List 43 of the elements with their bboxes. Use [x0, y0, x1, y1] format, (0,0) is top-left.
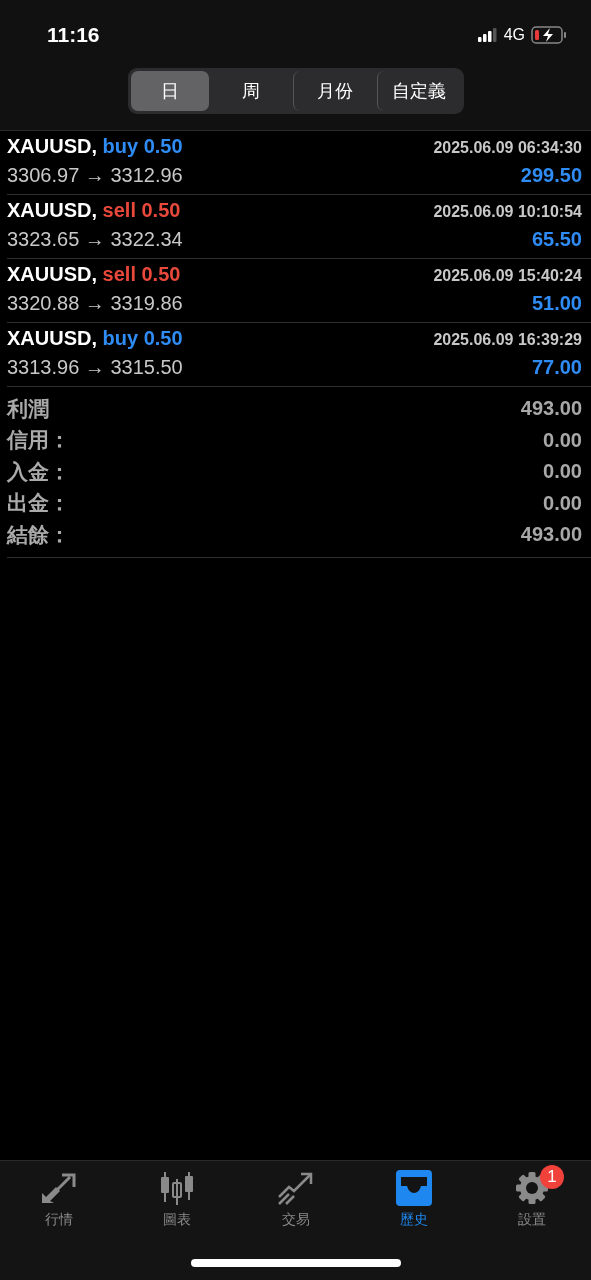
trade-time: 2025.06.09 16:39:29 — [433, 331, 582, 349]
summary-value: 0.00 — [543, 428, 582, 452]
trade-profit: 65.50 — [531, 228, 582, 251]
trade-prices: 3323.65 → 3322.34 — [7, 228, 183, 251]
trade-profit: 51.00 — [531, 292, 582, 315]
trade-title: XAUUSD, buy 0.50 — [7, 135, 183, 158]
period-tab[interactable]: 日 — [130, 71, 209, 111]
trade-prices: 3313.96 → 3315.50 — [7, 356, 183, 379]
signal-icon — [477, 28, 498, 42]
trade-prices: 3320.88 → 3319.86 — [7, 292, 183, 315]
trade-time: 2025.06.09 15:40:24 — [433, 267, 582, 285]
summary-label: 結餘： — [7, 521, 70, 548]
summary-value: 0.00 — [543, 491, 582, 515]
summary-label: 信用： — [7, 427, 70, 454]
period-tab[interactable]: 月份 — [292, 71, 377, 111]
battery-icon — [531, 26, 567, 44]
tab-bar-item[interactable]: 行情 — [0, 1161, 119, 1229]
tab-bar-item[interactable]: 交易 — [236, 1161, 355, 1229]
tab-bar-item[interactable]: 歷史 — [354, 1161, 473, 1229]
period-tab[interactable]: 周 — [208, 71, 293, 111]
trade-prices: 3306.97 → 3312.96 — [7, 164, 183, 187]
trade-title: XAUUSD, buy 0.50 — [7, 327, 183, 350]
trade-time: 2025.06.09 06:34:30 — [433, 139, 582, 157]
summary-value: 0.00 — [543, 460, 582, 484]
tab-bar-item[interactable]: 圖表 — [118, 1161, 237, 1229]
trade-title: XAUUSD, sell 0.50 — [7, 263, 181, 286]
status-time: 11:16 — [47, 23, 100, 47]
summary-value: 493.00 — [520, 397, 582, 421]
inbox-icon — [394, 1170, 433, 1206]
summary-label: 入金： — [7, 458, 70, 485]
summary-value: 493.00 — [520, 523, 582, 547]
tab-bar-item[interactable]: 1 設置 — [472, 1161, 591, 1229]
period-tab[interactable]: 自定義 — [376, 71, 461, 111]
arrows-icon — [40, 1171, 79, 1205]
trade-time: 2025.06.09 10:10:54 — [433, 203, 582, 221]
trend-icon — [276, 1171, 315, 1205]
network-label: 4G — [503, 26, 525, 44]
trade-profit: 299.50 — [520, 164, 582, 187]
trade-profit: 77.00 — [531, 356, 582, 379]
notification-badge: 1 — [539, 1165, 564, 1189]
trade-title: XAUUSD, sell 0.50 — [7, 199, 181, 222]
summary-label: 出金： — [7, 490, 70, 517]
summary-label: 利潤 — [7, 395, 49, 422]
